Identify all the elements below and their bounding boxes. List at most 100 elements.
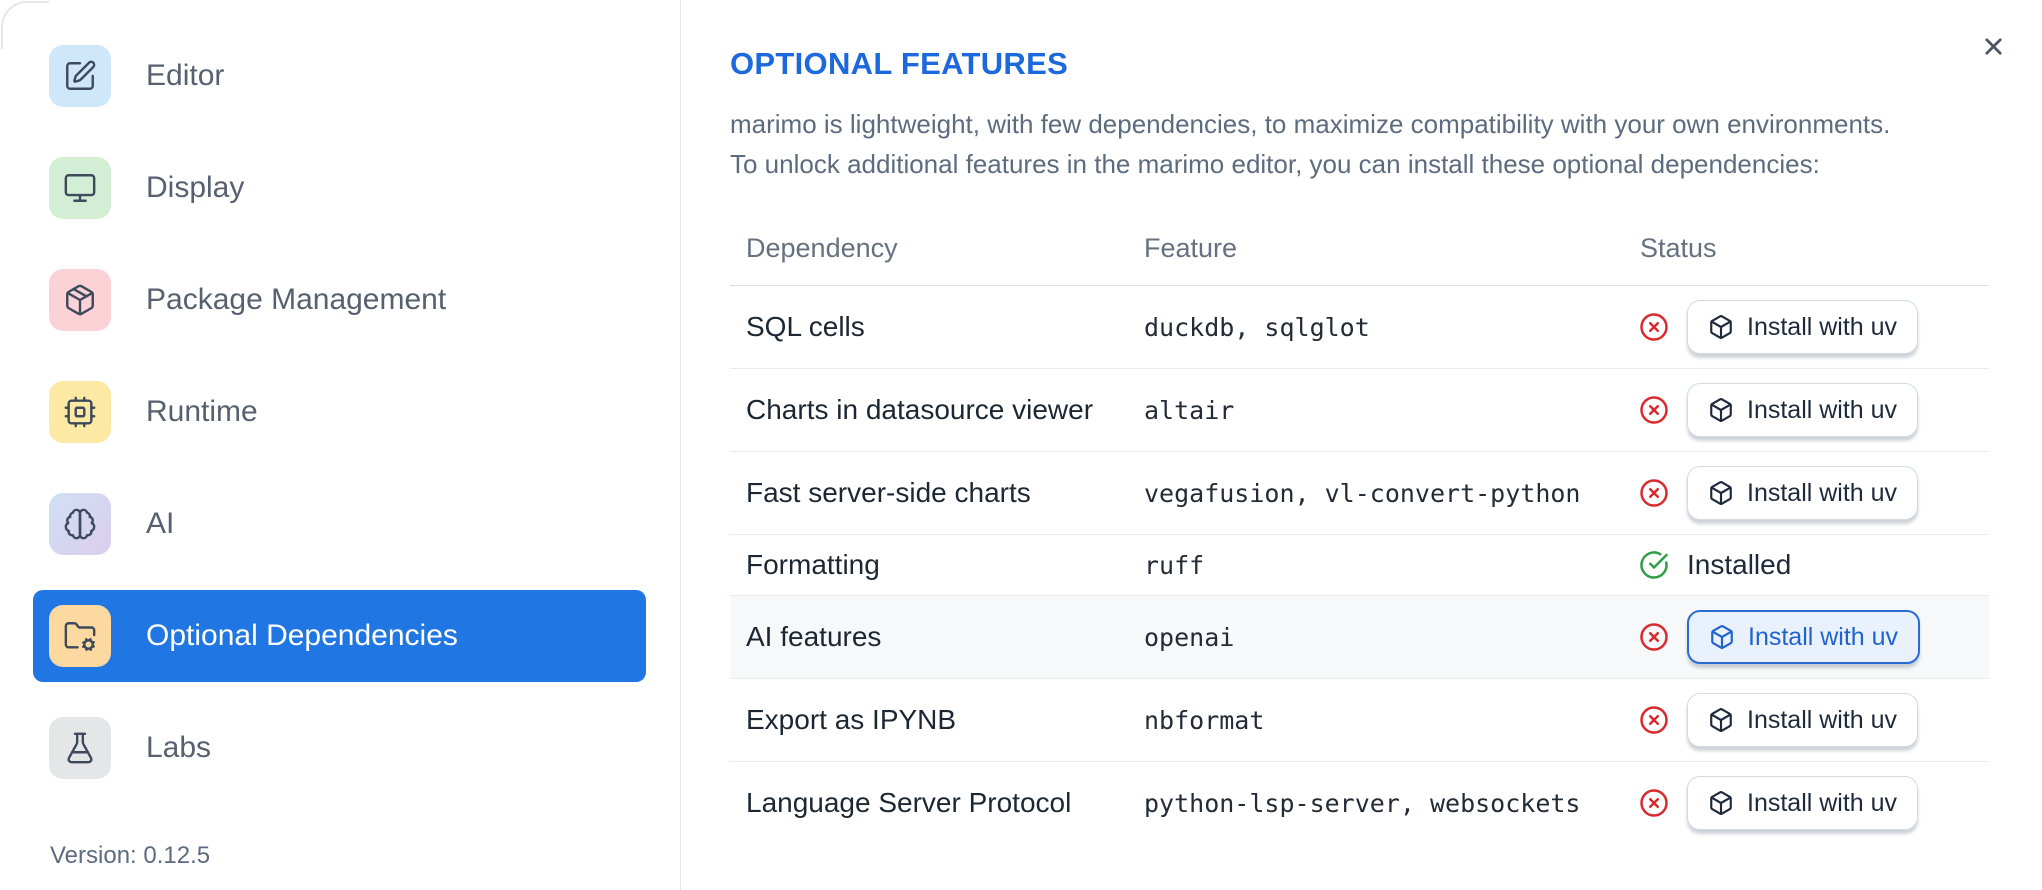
sidebar-item-label: Display [146,171,245,204]
sidebar-item-runtime[interactable]: Runtime [33,366,646,458]
status-cell: Install with uv [1627,610,1989,664]
sidebar-item-icon-box [49,381,111,443]
display-monitor-icon [63,171,97,205]
table-row: SQL cells duckdb, sqlglot Install with u… [730,286,1989,369]
close-button[interactable] [1977,30,2009,62]
sidebar-item-icon-box [49,493,111,555]
description-line-2: To unlock additional features in the mar… [730,149,1820,179]
installed-status-icon [1639,550,1669,580]
sidebar-item-labs[interactable]: Labs [33,702,646,794]
dependency-name: Fast server-side charts [746,477,1031,508]
not-installed-status-icon [1639,395,1669,425]
feature-packages: python-lsp-server, websockets [1144,788,1581,818]
sidebar-item-package-management[interactable]: Package Management [33,254,646,346]
cpu-icon [63,395,97,429]
brain-icon [63,507,97,541]
circle-check-icon [1639,550,1669,580]
sidebar-item-label: AI [146,507,175,540]
sidebar-item-label: Optional Dependencies [146,619,458,652]
not-installed-status-icon [1639,705,1669,735]
package-box-icon [1708,314,1734,340]
table-row: AI features openai Install with uv [730,596,1989,679]
status-cell: Installed [1627,549,1989,581]
package-box-icon [1708,790,1734,816]
dependency-name: Language Server Protocol [746,787,1072,818]
install-with-uv-button[interactable]: Install with uv [1687,300,1919,354]
feature-packages: nbformat [1144,705,1265,735]
close-icon [1980,33,2007,60]
install-with-uv-button[interactable]: Install with uv [1687,466,1919,520]
not-installed-status-icon [1639,312,1669,342]
sidebar-item-label: Labs [146,731,212,764]
not-installed-status-icon [1639,478,1669,508]
circle-x-icon [1639,705,1669,735]
feature-packages: vegafusion, vl-convert-python [1144,478,1581,508]
package-icon [63,283,97,317]
sidebar-item-label: Runtime [146,395,258,428]
settings-dialog: Editor Display Package Management Runtim… [0,0,2042,890]
sidebar-item-editor[interactable]: Editor [33,30,646,122]
table-row: Fast server-side charts vegafusion, vl-c… [730,452,1989,535]
sidebar-item-icon-box [49,45,111,107]
sidebar-item-icon-box [49,717,111,779]
package-box-icon [1709,624,1735,650]
install-button-label: Install with uv [1747,478,1898,507]
status-cell: Install with uv [1627,300,1989,354]
column-header-status: Status [1640,233,1717,263]
editor-pen-icon [63,59,97,93]
table-row: Charts in datasource viewer altair Insta… [730,369,1989,452]
dependencies-table: Dependency Feature Status SQL cells duck… [730,212,1989,844]
sidebar-item-ai[interactable]: AI [33,478,646,570]
sidebar-item-optional-dependencies[interactable]: Optional Dependencies [33,590,646,682]
flask-icon [63,731,97,765]
circle-x-icon [1639,622,1669,652]
install-button-label: Install with uv [1747,705,1898,734]
feature-packages: ruff [1144,550,1205,580]
install-with-uv-button[interactable]: Install with uv [1687,693,1919,747]
feature-packages: openai [1144,622,1235,652]
install-with-uv-button[interactable]: Install with uv [1687,610,1921,664]
table-row: Language Server Protocol python-lsp-serv… [730,762,1989,844]
sidebar-item-label: Editor [146,59,225,92]
install-with-uv-button[interactable]: Install with uv [1687,776,1919,830]
optional-features-panel: OPTIONAL FEATURES marimo is lightweight,… [681,0,2042,890]
feature-packages: altair [1144,395,1235,425]
sidebar-item-icon-box [49,269,111,331]
column-header-dependency: Dependency [746,233,898,263]
dependency-name: SQL cells [746,311,865,342]
version-label: Version: 0.12.5 [50,842,211,869]
sidebar-item-label: Package Management [146,283,447,316]
install-button-label: Install with uv [1747,312,1898,341]
package-box-icon [1708,480,1734,506]
status-cell: Install with uv [1627,383,1989,437]
status-cell: Install with uv [1627,693,1989,747]
status-cell: Install with uv [1627,466,1989,520]
column-header-feature: Feature [1144,233,1238,263]
package-box-icon [1708,397,1734,423]
sidebar-item-display[interactable]: Display [33,142,646,234]
circle-x-icon [1639,312,1669,342]
status-cell: Install with uv [1627,776,1989,830]
circle-x-icon [1639,788,1669,818]
install-with-uv-button[interactable]: Install with uv [1687,383,1919,437]
feature-packages: duckdb, sqlglot [1144,312,1370,342]
not-installed-status-icon [1639,788,1669,818]
circle-x-icon [1639,395,1669,425]
dependency-name: Charts in datasource viewer [746,394,1094,425]
panel-title: OPTIONAL FEATURES [730,46,1069,81]
folder-cog-icon [63,619,97,653]
dependency-name: Formatting [746,549,880,580]
install-button-label: Install with uv [1747,788,1898,817]
sidebar-item-icon-box [49,157,111,219]
table-header-row: Dependency Feature Status [730,212,1989,286]
install-button-label: Install with uv [1748,622,1899,651]
settings-nav: Editor Display Package Management Runtim… [0,30,680,794]
install-button-label: Install with uv [1747,395,1898,424]
dependency-name: AI features [746,621,882,652]
table-body: SQL cells duckdb, sqlglot Install with u… [730,286,1989,844]
not-installed-status-icon [1639,622,1669,652]
description-line-1: marimo is lightweight, with few dependen… [730,109,1891,139]
table-row: Formatting ruff Installed [730,535,1989,596]
package-box-icon [1708,707,1734,733]
panel-description: marimo is lightweight, with few dependen… [730,104,2042,184]
